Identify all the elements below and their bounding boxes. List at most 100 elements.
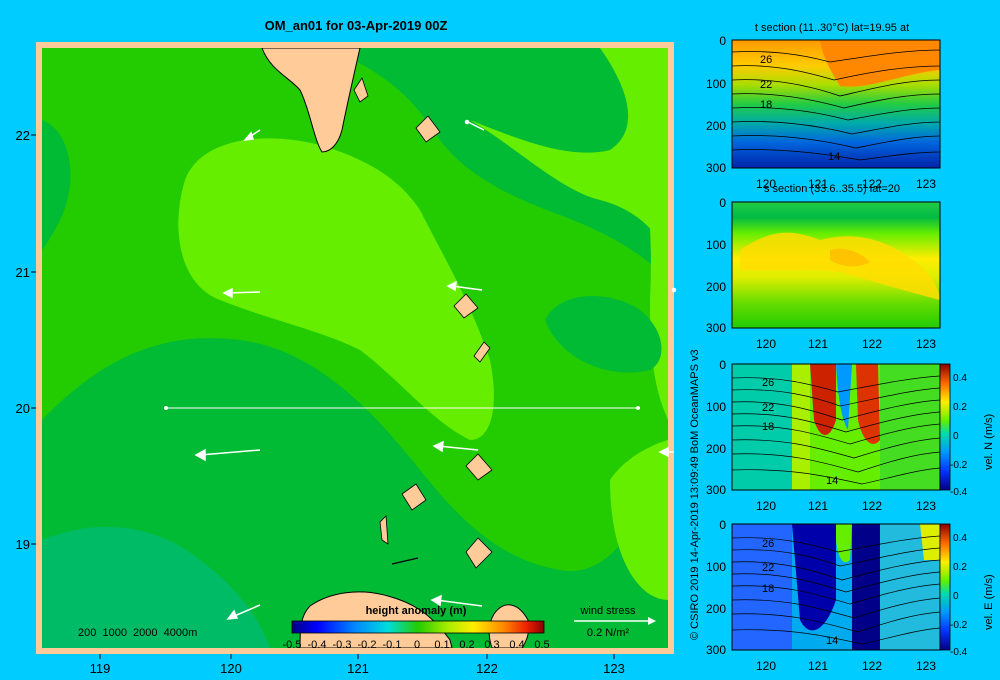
panel-vel-n-section[interactable]: 26 22 18 14 0.4 0.2 0 -0.2 -0.4 vel. N (… [706,358,995,513]
lon-tick: 123 [916,177,936,191]
colorbar-tick: -0.2 [950,460,968,471]
panel-t-section[interactable]: t section (11..30°C) lat=19.95 at 26 22 … [706,22,941,191]
wind-arrow-dot [671,287,677,293]
colorbar-tick: 0.2 [459,639,474,651]
vel-e-colorbar-ticks: 0.4 0.2 0 -0.2 -0.4 [950,533,968,658]
colorbar-tick: 0.2 [953,562,967,573]
colorbar-tick: 0 [414,639,420,651]
vel-n-colorbar [939,363,951,491]
lat-tick-label: 19 [16,537,30,552]
colorbar-tick: -0.1 [383,639,402,651]
depth-axis: 0 100 200 300 [706,358,726,497]
section-line-end [636,406,640,410]
lat-tick-label: 21 [16,265,30,280]
contour-label: 22 [762,562,774,574]
colorbar-tick: -0.4 [950,647,968,658]
contour-label: 18 [762,421,774,433]
main-map[interactable]: 119 120 121 122 123 22 21 20 19 200 1000… [16,42,677,676]
colorbar-tick: -0.2 [950,620,968,631]
depth-tick: 0 [719,358,726,372]
lon-tick-label: 119 [90,661,111,676]
lon-tick: 123 [916,659,936,673]
lon-tick: 123 [916,499,936,513]
map-lat-axis: 22 21 20 19 [16,128,30,552]
lon-tick-label: 122 [476,661,498,676]
lon-tick: 122 [862,499,882,513]
depth-tick: 100 [706,400,726,414]
depth-tick: 0 [719,518,726,532]
colorbar-tick: 0.4 [953,533,967,544]
vel-n-colorbar-label: vel. N (m/s) [983,414,995,470]
contour-label: 26 [762,538,774,550]
colorbar-tick: 0 [953,431,959,442]
lon-tick: 120 [756,499,776,513]
colorbar-tick: -0.2 [358,639,377,651]
lon-axis: 120 121 122 123 [756,337,936,351]
wind-arrow-dot [464,119,470,125]
height-colorbar [291,620,545,634]
depth-tick: 100 [706,238,726,252]
depth-tick: 100 [706,560,726,574]
depth-tick: 200 [706,442,726,456]
lon-tick: 122 [862,337,882,351]
lon-tick-label: 123 [603,661,625,676]
wind-arrow [227,291,261,294]
lon-tick: 120 [756,337,776,351]
wind-stress-label: wind stress [579,605,636,617]
map-lon-tick-marks [99,654,615,659]
colorbar-tick: -0.4 [308,639,327,651]
colorbar-tick: -0.5 [283,639,302,651]
colorbar-tick: 0 [953,591,959,602]
contour-label: 26 [760,54,772,66]
vel-e-colorbar-label: vel. E (m/s) [983,574,995,630]
colorbar-tick: 0.4 [509,639,524,651]
section-line-start [164,406,168,410]
lon-tick: 121 [808,659,828,673]
depth-tick: 200 [706,602,726,616]
contour-label: 18 [760,99,772,111]
colorbar-tick: 0.4 [953,373,967,384]
depth-tick: 200 [706,280,726,294]
lon-tick: 121 [808,499,828,513]
vel-n-colorbar-ticks: 0.4 0.2 0 -0.2 -0.4 [950,373,968,498]
lon-tick: 120 [756,659,776,673]
lon-axis: 120 121 122 123 [756,499,936,513]
depth-tick: 300 [706,321,726,335]
depth-tick: 0 [719,196,726,210]
figure-title: OM_an01 for 03-Apr-2019 00Z [265,18,448,33]
map-lat-tick-marks [31,134,36,545]
wind-stress-scale: 0.2 N/m² [587,627,630,639]
depth-tick: 0 [719,34,726,48]
lon-tick: 123 [916,337,936,351]
lon-axis: 120 121 122 123 [756,659,936,673]
lat-tick-label: 20 [16,401,30,416]
vel-e-westward-core-2 [852,524,880,650]
lon-tick-label: 121 [347,661,369,676]
panel-title: s section (33.6..35.5) lat=20 [764,183,900,195]
depth-legend: 200 1000 2000 4000m [78,627,197,639]
contour-label: 14 [826,635,838,647]
map-lon-axis: 119 120 121 122 123 [90,661,625,676]
lon-tick-label: 120 [220,661,242,676]
credit-text: © CSIRO 2019 14-Apr-2019 13:09:49 BoM Oc… [689,349,701,640]
colorbar-tick: -0.3 [333,639,352,651]
colorbar-ticks: -0.5 -0.4 -0.3 -0.2 -0.1 0 0.1 0.2 0.3 0… [283,639,550,651]
depth-tick: 300 [706,161,726,175]
lon-tick: 122 [862,659,882,673]
depth-tick: 100 [706,77,726,91]
contour-label: 14 [826,475,838,487]
colorbar-tick: 0.3 [484,639,499,651]
lat-tick-label: 22 [16,128,30,143]
colorbar-tick: -0.4 [950,487,968,498]
ocean-analysis-figure: OM_an01 for 03-Apr-2019 00Z 119 120 121 … [16,18,995,676]
panel-title: t section (11..30°C) lat=19.95 at [755,22,909,34]
contour-label: 18 [762,583,774,595]
panel-s-section[interactable]: s section (33.6..35.5) lat=20 0 100 200 … [706,183,941,351]
panel-vel-e-section[interactable]: 26 22 18 14 0.4 0.2 0 -0.2 -0.4 vel. E (… [706,518,995,673]
depth-tick: 200 [706,119,726,133]
depth-axis: 0 100 200 300 [706,34,726,175]
contour-label: 26 [762,377,774,389]
depth-tick: 300 [706,483,726,497]
depth-tick: 300 [706,643,726,657]
vel-band [880,364,940,490]
